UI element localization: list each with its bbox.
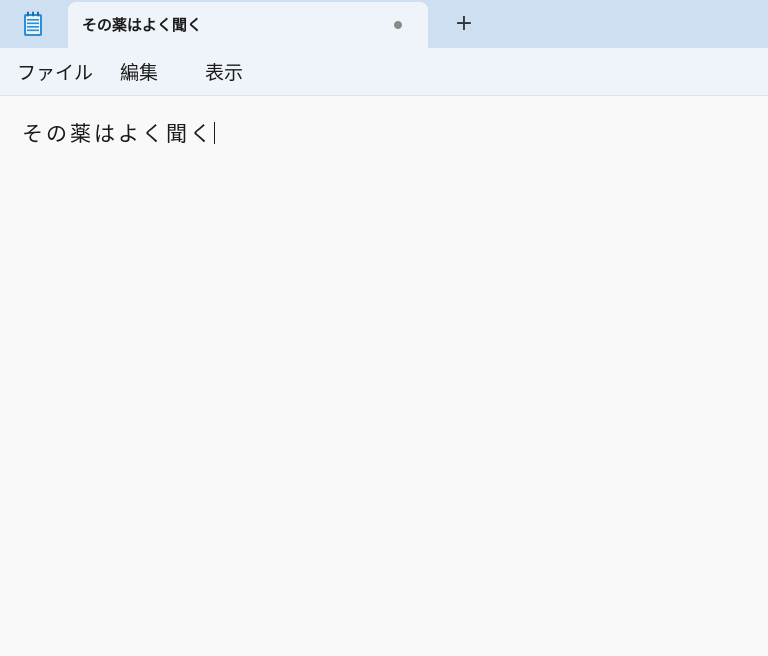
new-tab-button[interactable]: + <box>448 10 480 38</box>
text-editor[interactable]: その薬はよく聞く <box>0 97 768 656</box>
text-caret <box>214 122 215 144</box>
tab-title: その薬はよく聞く <box>82 16 203 34</box>
notepad-window: その薬はよく聞く + ファイル 編集 表示 その薬はよく聞く <box>0 0 768 656</box>
menu-view[interactable]: 表示 <box>205 62 243 84</box>
notepad-icon <box>22 11 44 37</box>
title-bar: その薬はよく聞く + <box>0 0 768 48</box>
menu-bar: ファイル 編集 表示 <box>0 48 768 96</box>
menu-file[interactable]: ファイル <box>17 62 93 84</box>
editor-text: その薬はよく聞く <box>22 122 214 146</box>
document-tab[interactable]: その薬はよく聞く <box>68 2 428 48</box>
unsaved-dot-icon[interactable] <box>394 21 402 29</box>
editor-content[interactable]: その薬はよく聞く <box>22 121 215 147</box>
menu-edit[interactable]: 編集 <box>120 62 158 84</box>
